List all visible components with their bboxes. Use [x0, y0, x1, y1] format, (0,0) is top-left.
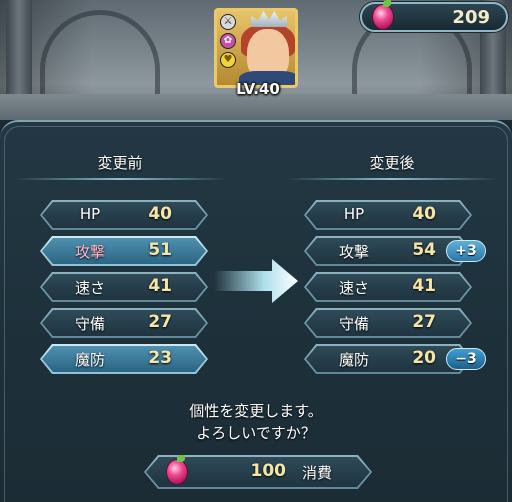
stat-value: 41 [148, 276, 172, 296]
after-column-title: 変更後 [369, 154, 415, 172]
stat-value: 27 [148, 312, 172, 332]
stat-decrease-badge: −3 [446, 348, 486, 370]
stat-value: 41 [412, 276, 436, 296]
stat-label: 速さ [338, 279, 369, 297]
confirm-cost-button[interactable]: 100 消費 [144, 455, 372, 489]
stat-label: 守備 [338, 315, 369, 333]
divider [15, 178, 227, 180]
after-stat-spd: 速さ 41 [304, 272, 472, 302]
stat-label: HP [79, 205, 101, 223]
stat-value: 20 [412, 348, 436, 368]
arrow-right-icon [214, 259, 298, 303]
divider [286, 178, 498, 180]
orb-icon [166, 455, 188, 485]
stat-label: 攻撃 [74, 243, 105, 261]
stat-value: 40 [412, 204, 436, 224]
stat-value: 27 [412, 312, 436, 332]
stat-label: 魔防 [338, 351, 369, 369]
confirm-message-line1: 個性を変更します。 [189, 402, 323, 420]
after-stat-hp: HP 40 [304, 200, 472, 230]
stat-value: 23 [148, 348, 172, 368]
orb-counter: 209 [360, 0, 508, 32]
stat-label: 魔防 [74, 351, 105, 369]
before-stat-hp: HP 40 [40, 200, 208, 230]
before-stat-spd: 速さ 41 [40, 272, 208, 302]
hero-portrait: ⚔ ✿ ♥ [214, 8, 298, 88]
orb-count: 209 [452, 7, 490, 28]
crown-icon [251, 11, 287, 27]
assist-skill-icon: ✿ [220, 33, 236, 49]
stat-label: 速さ [74, 279, 105, 297]
after-stat-def: 守備 27 [304, 308, 472, 338]
stat-label: 攻撃 [338, 243, 369, 261]
before-stat-def: 守備 27 [40, 308, 208, 338]
confirm-message-line2: よろしいですか？ [196, 424, 316, 442]
stat-value: 51 [148, 240, 172, 260]
before-column-title: 変更前 [97, 154, 143, 172]
before-stat-atk: 攻撃 51 [40, 236, 208, 266]
cost-amount: 100 [250, 461, 287, 481]
stat-value: 40 [148, 204, 172, 224]
orb-icon [372, 0, 394, 30]
cost-label: 消費 [302, 464, 333, 482]
stat-increase-badge: +3 [446, 240, 486, 262]
weapon-skill-icon: ⚔ [220, 14, 236, 30]
stat-label: 守備 [74, 315, 105, 333]
stat-value: 54 [412, 240, 436, 260]
stat-label: HP [343, 205, 365, 223]
before-stat-res: 魔防 23 [40, 344, 208, 374]
hero-level: LV.40 [236, 80, 280, 98]
passive-skill-icon: ♥ [220, 52, 236, 68]
